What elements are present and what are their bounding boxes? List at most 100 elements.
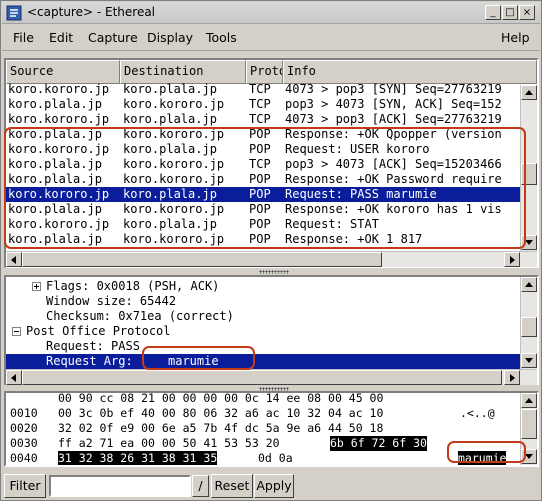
packet-destination: koro.kororo.jp [123, 172, 225, 186]
minimize-button[interactable]: _ [485, 5, 501, 20]
packet-info: 4073 > pop3 [ACK] Seq=27763219 [285, 112, 502, 126]
detail-row-window-size[interactable]: Window size: 65442 [6, 294, 521, 309]
menu-display[interactable]: Display [147, 30, 193, 45]
packet-info: Request: STAT [285, 217, 379, 231]
packet-info: pop3 > 4073 [SYN, ACK] Seq=152 [285, 97, 502, 111]
packet-source: koro.plala.jp [8, 232, 102, 246]
packet-destination: koro.plala.jp [123, 187, 217, 201]
close-icon: × [522, 7, 532, 18]
hex-row: 00 90 cc 08 21 00 00 00 00 0c 14 ee 08 0… [58, 391, 384, 405]
column-header-destination[interactable]: Destination [120, 60, 246, 84]
minimize-icon: _ [490, 7, 496, 18]
scroll-down-button[interactable] [521, 353, 537, 368]
scroll-left-button[interactable] [6, 370, 22, 385]
scroll-down-button[interactable] [521, 449, 537, 464]
packet-source: koro.kororo.jp [8, 187, 110, 201]
packet-source: koro.plala.jp [8, 157, 102, 171]
apply-button[interactable]: Apply [254, 474, 294, 498]
splitter-grip [259, 270, 289, 274]
title-bar: <capture> - Ethereal _ □ × [2, 2, 540, 24]
menubar: File Edit Capture Display Tools Help [2, 25, 540, 51]
packet-row[interactable]: koro.plala.jp koro.kororo.jp POP Response: … [6, 127, 521, 142]
hex-highlight: 6b 6f 72 6f 30 [330, 436, 427, 451]
expand-plus-icon[interactable] [32, 282, 41, 291]
packet-row[interactable]: koro.kororo.jp koro.plala.jp TCP 4073 > pop… [6, 82, 521, 97]
detail-row-checksum[interactable]: Checksum: 0x71ea (correct) [6, 309, 521, 324]
reset-button[interactable]: Reset [211, 474, 253, 498]
packet-info: 4073 > pop3 [SYN] Seq=27763219 [285, 82, 502, 96]
hex-vscrollbar[interactable] [520, 393, 537, 465]
filter-dropdown-button[interactable]: / [192, 475, 209, 497]
slash-icon: / [198, 478, 203, 493]
packet-source: koro.plala.jp [8, 172, 102, 186]
menu-capture[interactable]: Capture [88, 30, 138, 45]
detail-row-request-arg[interactable]: Request Arg: marumie [6, 354, 521, 369]
menu-edit[interactable]: Edit [49, 30, 73, 45]
packet-destination: koro.plala.jp [123, 112, 217, 126]
column-header-info[interactable]: Info [283, 60, 537, 84]
scroll-left-button[interactable] [6, 252, 22, 267]
detail-row-pop[interactable]: Post Office Protocol [6, 324, 521, 339]
menu-tools[interactable]: Tools [206, 30, 237, 45]
packet-row[interactable]: koro.plala.jp koro.kororo.jp POP Response: … [6, 172, 521, 187]
window-title: <capture> - Ethereal [27, 5, 156, 19]
packet-protocol: POP [249, 127, 271, 141]
column-header-source[interactable]: Source [6, 60, 120, 84]
packet-protocol: TCP [249, 157, 271, 171]
scroll-thumb[interactable] [521, 163, 537, 185]
scroll-up-button[interactable] [521, 85, 537, 100]
scroll-up-button[interactable] [521, 393, 537, 408]
scroll-up-button[interactable] [521, 277, 537, 292]
hscroll-thumb[interactable] [22, 252, 382, 267]
packet-source: koro.kororo.jp [8, 217, 110, 231]
maximize-button[interactable]: □ [502, 5, 518, 20]
filter-button[interactable]: Filter [4, 474, 46, 498]
scroll-down-button[interactable] [521, 235, 537, 250]
packet-row[interactable]: koro.plala.jp koro.kororo.jp POP Response: … [6, 232, 521, 247]
packet-destination: koro.kororo.jp [123, 232, 225, 246]
packet-list-hscrollbar[interactable] [6, 251, 537, 267]
packet-destination: koro.kororo.jp [123, 157, 225, 171]
scroll-right-button[interactable] [504, 370, 520, 385]
packet-protocol: TCP [249, 97, 271, 111]
packet-row[interactable]: koro.kororo.jp koro.plala.jp TCP 4073 > pop… [6, 112, 521, 127]
column-header-protocol[interactable]: Protocol [246, 60, 283, 84]
ethereal-window: <capture> - Ethereal _ □ × File Edit Cap… [0, 0, 542, 501]
packet-source: koro.plala.jp [8, 97, 102, 111]
details-vscrollbar[interactable] [520, 277, 537, 369]
packet-info: Response: +OK kororo has 1 vis [285, 202, 502, 216]
packet-source: koro.kororo.jp [8, 112, 110, 126]
scroll-right-button[interactable] [504, 252, 520, 267]
packet-source: koro.kororo.jp [8, 82, 110, 96]
details-hscrollbar[interactable] [6, 369, 537, 385]
packet-protocol: POP [249, 142, 271, 156]
detail-row-request[interactable]: Request: PASS [6, 339, 521, 354]
filter-input[interactable] [49, 475, 191, 497]
packet-info: Response: +OK Password require [285, 172, 502, 186]
menu-file[interactable]: File [13, 30, 34, 45]
close-button[interactable]: × [519, 5, 535, 20]
hex-row: 0020 32 02 0f e9 00 6e a5 7b 4f dc 5a 9e… [10, 421, 384, 435]
packet-row[interactable]: koro.kororo.jp koro.plala.jp POP Request: P… [6, 187, 521, 202]
packet-info: Request: PASS marumie [285, 187, 437, 201]
packet-row[interactable]: koro.plala.jp koro.kororo.jp TCP pop3 > 407… [6, 157, 521, 172]
packet-protocol: TCP [249, 82, 271, 96]
hex-row: 0010 00 3c 0b ef 40 00 80 06 32 a6 ac 10… [10, 406, 495, 420]
packet-row[interactable]: koro.plala.jp koro.kororo.jp POP Response: … [6, 202, 521, 217]
packet-info: Request: USER kororo [285, 142, 430, 156]
request-arg-value: marumie [168, 354, 219, 368]
packet-list-vscrollbar[interactable] [520, 85, 537, 251]
packet-protocol: TCP [249, 112, 271, 126]
packet-row[interactable]: koro.kororo.jp koro.plala.jp POP Request: S… [6, 217, 521, 232]
detail-row-flags[interactable]: Flags: 0x0018 (PSH, ACK) [6, 279, 521, 294]
collapse-minus-icon[interactable] [12, 327, 21, 336]
packet-destination: koro.plala.jp [123, 82, 217, 96]
scroll-thumb[interactable] [521, 409, 537, 439]
menu-help[interactable]: Help [501, 30, 530, 45]
packet-protocol: POP [249, 172, 271, 186]
scroll-thumb[interactable] [521, 317, 537, 337]
hscroll-thumb[interactable] [22, 370, 502, 385]
packet-source: koro.plala.jp [8, 127, 102, 141]
packet-row[interactable]: koro.plala.jp koro.kororo.jp TCP pop3 > 407… [6, 97, 521, 112]
packet-row[interactable]: koro.kororo.jp koro.plala.jp POP Request: U… [6, 142, 521, 157]
